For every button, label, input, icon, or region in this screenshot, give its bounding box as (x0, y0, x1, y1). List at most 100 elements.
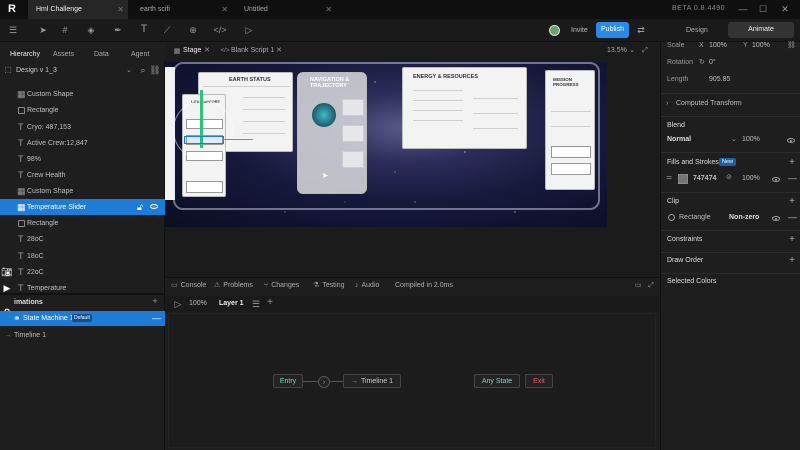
artboard-canvas[interactable]: EARTH STATUS LIFE SUPPORT NAVIGATION & T… (165, 62, 607, 227)
tree-row[interactable]: T 98% (0, 151, 165, 167)
transition-handle[interactable]: › (318, 376, 330, 388)
mission-progress-card[interactable]: MISSION PROGRESS (545, 70, 595, 190)
tree-row[interactable]: T Cryo: 487,153 (0, 119, 165, 135)
close-window-icon[interactable]: ✕ (780, 4, 790, 14)
add-draw-order-icon[interactable]: + (789, 255, 795, 266)
add-animation-icon[interactable]: + (151, 296, 159, 305)
camera-icon[interactable]: 📷︎ (1, 267, 12, 277)
clip-item-label[interactable]: Rectangle (679, 214, 711, 221)
app-logo[interactable]: R (8, 3, 20, 15)
add-fill-icon[interactable]: + (789, 157, 795, 168)
scale-x-input[interactable]: 100% (709, 42, 727, 49)
file-tab-hml-challenge[interactable]: Hml Challenge ✕ (28, 0, 128, 19)
code-tool-icon[interactable]: </> (214, 25, 227, 35)
bone-tool-icon[interactable]: ⟋ (162, 25, 172, 35)
tab-changes[interactable]: ⑂ Changes (264, 278, 299, 292)
eye-icon[interactable] (787, 138, 795, 143)
energy-resources-card[interactable]: ENERGY & RESOURCES (402, 67, 527, 149)
blend-opacity-input[interactable]: 100% (742, 136, 760, 143)
playback-zoom[interactable]: 100% (189, 300, 207, 307)
fill-swatch[interactable] (678, 174, 688, 184)
hamburger-menu-icon[interactable]: ☰ (8, 25, 18, 35)
panel-layout-icon[interactable]: ▭ (634, 281, 642, 289)
play-icon[interactable]: ▷ (244, 25, 254, 35)
tree-row[interactable]: ▦ Custom Shape (0, 86, 165, 102)
lock-icon[interactable]: 🔓︎ (137, 202, 143, 212)
computed-transform-row[interactable]: › Computed Transform (661, 100, 800, 112)
pen-tool-icon[interactable]: ✒ (113, 25, 123, 35)
zoom-level[interactable]: 13.5% (607, 47, 627, 54)
state-machine-row[interactable]: ⚭ State Machine 1 Default — (0, 311, 165, 326)
animate-mode-tab[interactable]: Animate (728, 22, 794, 38)
scale-y-input[interactable]: 100% (752, 42, 770, 49)
tree-row[interactable]: ▦ Custom Shape (0, 183, 165, 199)
fill-hex-input[interactable]: 747474 (693, 175, 716, 182)
video-icon[interactable]: ▶ (2, 283, 12, 293)
eye-icon[interactable] (772, 216, 780, 221)
timeline-node[interactable]: → Timeline 1 (343, 374, 401, 388)
minimize-icon[interactable]: — (738, 4, 748, 14)
remove-fill-icon[interactable]: — (788, 173, 797, 183)
tab-hierarchy[interactable]: Hierarchy (10, 47, 40, 61)
tree-row[interactable]: T 22oC (0, 264, 165, 280)
add-tool-icon[interactable]: ⊕ (188, 25, 198, 35)
invite-button[interactable]: Invite (571, 27, 588, 34)
tree-row[interactable]: T 28oC (0, 231, 165, 247)
design-mode-tab[interactable]: Design (686, 27, 708, 34)
file-tab-untitled[interactable]: Untitled ✕ (236, 0, 336, 19)
expand-icon[interactable]: ⤢ (647, 281, 655, 289)
temperature-slider-selection[interactable] (184, 136, 224, 144)
share-icon[interactable]: ⇄ (636, 25, 646, 35)
layer-tab[interactable]: Layer 1 (219, 300, 244, 307)
text-tool-icon[interactable]: T (139, 23, 149, 34)
tree-row[interactable]: Rectangle (0, 102, 165, 118)
rotation-input[interactable]: 0° (709, 59, 716, 66)
tab-console[interactable]: ▭ Console (171, 278, 206, 292)
tab-problems[interactable]: ⚠ Problems (214, 278, 253, 292)
draw-order-row[interactable]: Draw Order + (661, 255, 800, 269)
publish-button[interactable]: Publish (596, 22, 629, 38)
tree-row[interactable]: Rectangle (0, 215, 165, 231)
exit-node[interactable]: Exit (525, 374, 553, 388)
tab-assets[interactable]: Assets (53, 47, 74, 61)
tab-data[interactable]: Data (94, 47, 109, 61)
fill-opacity-input[interactable]: 100% (742, 175, 760, 182)
selected-colors-row[interactable]: Selected Colors (661, 278, 800, 290)
select-tool-icon[interactable]: ➤ (38, 25, 48, 35)
play-icon[interactable]: ▷ (173, 299, 183, 309)
link-icon[interactable]: ⛓ (787, 42, 796, 49)
tree-row-selected[interactable]: ▦ Temperature Slider 🔓︎ (0, 199, 165, 215)
entry-node[interactable]: Entry (273, 374, 303, 388)
tree-row-partial[interactable] (0, 73, 165, 78)
tree-row[interactable]: T Crew Health (0, 167, 165, 183)
layers-menu-icon[interactable]: ☰ (251, 299, 261, 309)
state-machine-graph[interactable]: Entry › → Timeline 1 Any State Exit (168, 313, 656, 448)
user-avatar[interactable] (549, 25, 560, 36)
close-icon[interactable]: ✕ (275, 46, 283, 54)
add-clip-icon[interactable]: + (789, 196, 795, 207)
panel-divider[interactable] (0, 293, 165, 295)
any-state-node[interactable]: Any State (474, 374, 520, 388)
maximize-icon[interactable]: ☐ (758, 4, 768, 14)
timeline-row[interactable]: Timeline 1 (14, 332, 46, 339)
length-input[interactable]: 905.85 (709, 76, 730, 83)
navigation-card[interactable]: NAVIGATION & TRAJECTORY (297, 72, 367, 194)
tab-blank-script[interactable]: Blank Script 1 (231, 47, 274, 54)
eye-icon[interactable] (772, 177, 780, 182)
frame-tool-icon[interactable]: # (60, 25, 70, 35)
remove-clip-icon[interactable]: — (788, 212, 797, 222)
collapse-icon[interactable]: — (152, 313, 161, 323)
chevron-down-icon[interactable]: ⌄ (731, 136, 737, 143)
tree-row[interactable]: T Active Crew:12,847 (0, 135, 165, 151)
tree-row[interactable]: T 18oC (0, 248, 165, 264)
blend-mode-select[interactable]: Normal (667, 136, 691, 143)
tab-agent[interactable]: Agent (131, 47, 149, 61)
chevron-down-icon[interactable]: ⌄ (628, 46, 636, 54)
tab-audio[interactable]: ♪ Audio (355, 278, 379, 292)
eye-icon[interactable] (150, 204, 158, 209)
adjust-icon[interactable]: ⚌ (666, 174, 672, 181)
close-icon[interactable]: ✕ (203, 46, 211, 54)
close-icon[interactable]: ✕ (325, 5, 332, 14)
tab-stage[interactable]: Stage (183, 47, 201, 54)
close-icon[interactable]: ✕ (221, 5, 228, 14)
